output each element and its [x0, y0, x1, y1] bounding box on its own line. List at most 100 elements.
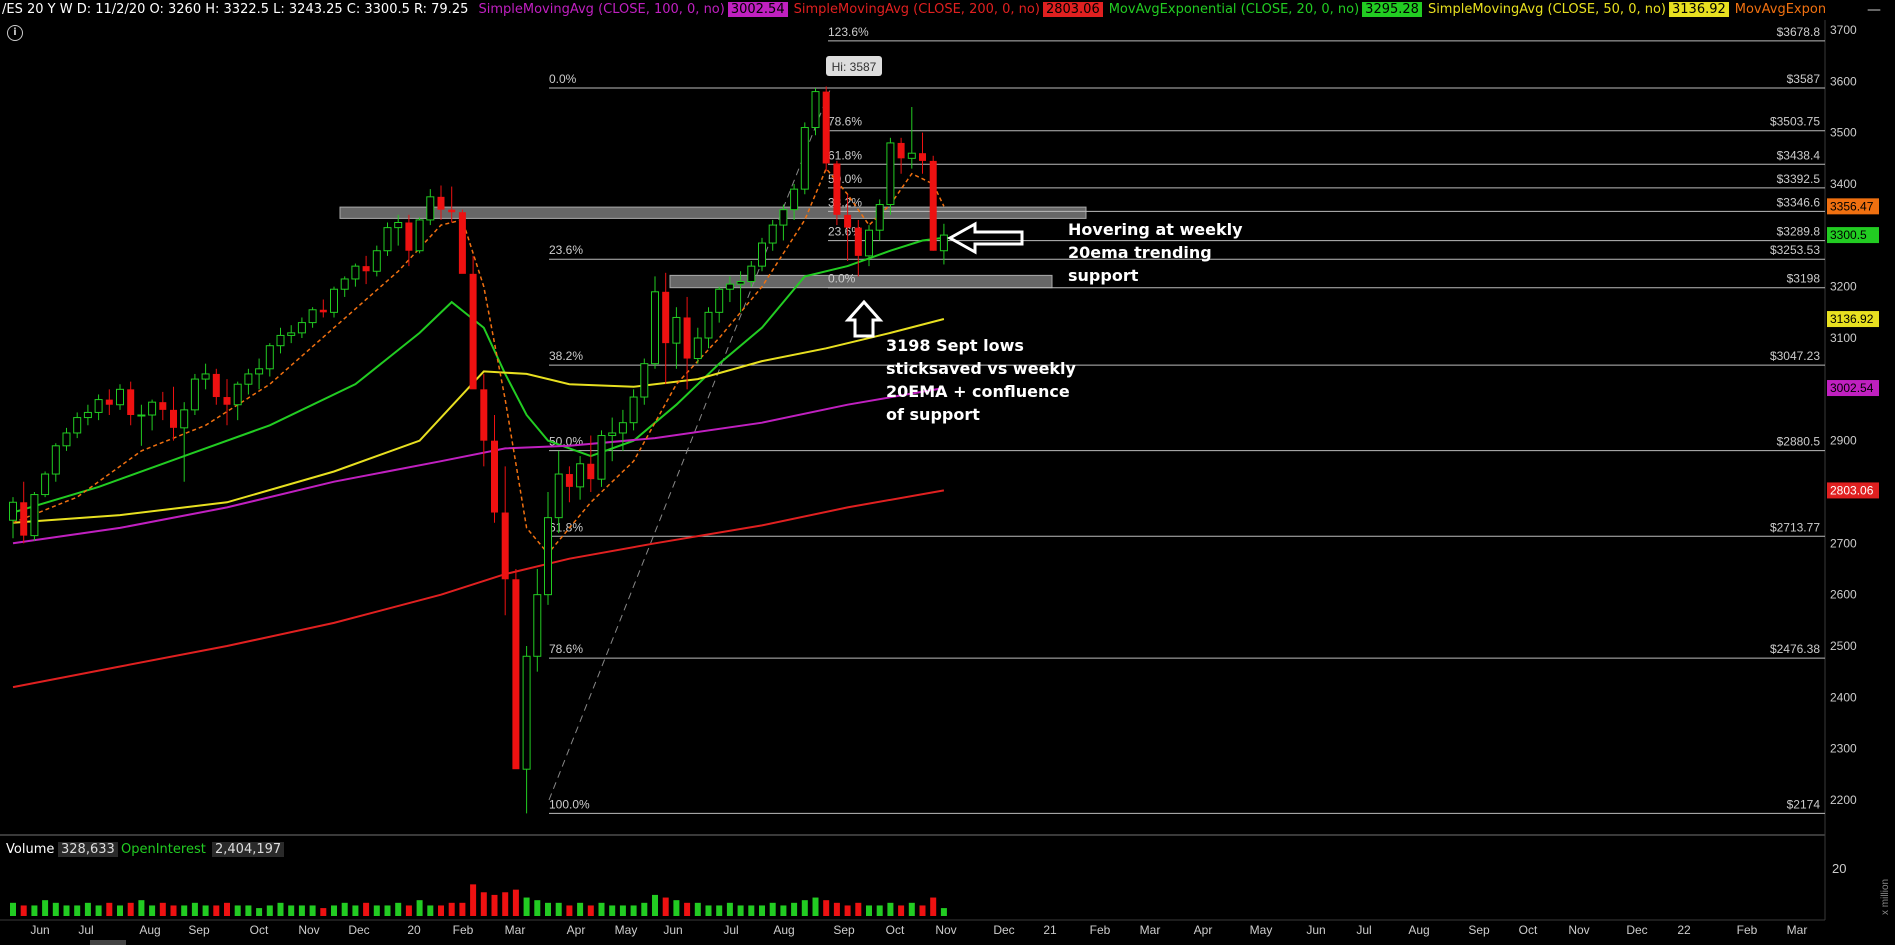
fib-pct-label: 50.0%	[828, 172, 862, 186]
horizontal-scrollbar[interactable]	[90, 940, 126, 945]
time-tick: Jul	[1356, 923, 1371, 937]
time-tick: Feb	[1737, 923, 1758, 937]
volume-bar	[609, 905, 616, 916]
volume-bar	[598, 902, 605, 916]
study-label[interactable]: SimpleMovingAvg (CLOSE, 50, 0, no)	[1428, 2, 1666, 17]
volume-bar	[919, 905, 926, 916]
annotation-line: of support	[886, 405, 980, 424]
candle-body	[833, 163, 841, 215]
candle-body	[415, 219, 424, 252]
volume-bar	[898, 905, 905, 916]
candle-body	[362, 266, 370, 272]
fib-price-label: $2880.5	[1777, 435, 1821, 449]
volume-bar	[512, 889, 519, 916]
study-label[interactable]: SimpleMovingAvg (CLOSE, 100, 0, no)	[479, 2, 725, 17]
candle-body	[929, 160, 937, 251]
price-tag-label: 3002.54	[1830, 381, 1874, 395]
candle-body	[811, 91, 820, 129]
volume-bar	[684, 902, 691, 916]
candle-body	[522, 655, 531, 770]
fib-pct-label: 78.6%	[549, 642, 583, 656]
volume-bar	[459, 902, 466, 916]
fib-price-label: $2713.77	[1770, 520, 1820, 534]
time-tick: Mar	[1787, 923, 1808, 937]
volume-bar	[930, 897, 937, 916]
volume-bar	[855, 902, 862, 916]
open-interest-value: 2,404,197	[212, 842, 285, 857]
candle-body	[340, 278, 349, 290]
candle-body	[501, 512, 509, 580]
time-tick: Oct	[1519, 923, 1538, 937]
candle-body	[127, 389, 135, 415]
volume-bar	[619, 905, 626, 916]
volume-bar	[341, 902, 348, 916]
time-tick: Nov	[935, 923, 956, 937]
candle-body	[640, 363, 649, 398]
fib-pct-label: 78.6%	[828, 115, 862, 129]
collapse-icon[interactable]: —	[1867, 2, 1889, 18]
time-tick: Sep	[1468, 923, 1490, 937]
study-label[interactable]: MovAvgExponential (CLOSE, 20, 0, no)	[1109, 2, 1359, 17]
volume-bar	[823, 900, 830, 916]
candle-body	[297, 322, 306, 334]
volume-bar	[673, 900, 680, 916]
candle-body	[939, 234, 948, 252]
fib-pct-label: 123.6%	[828, 25, 869, 39]
study-label[interactable]: SimpleMovingAvg (CLOSE, 200, 0, no)	[794, 2, 1040, 17]
annotation-line: Hovering at weekly	[1068, 220, 1243, 239]
volume-bar	[159, 902, 166, 916]
candle-body	[255, 368, 264, 375]
candle-body	[383, 227, 392, 252]
candle-body	[919, 153, 926, 161]
candle-body	[554, 473, 563, 519]
volume-bar	[630, 905, 637, 916]
candle-body	[693, 337, 702, 360]
volume-bar	[52, 902, 59, 916]
volume-bar	[288, 905, 295, 916]
candle-body	[437, 196, 445, 210]
candle-body	[768, 224, 777, 244]
volume-bar	[555, 902, 562, 916]
volume-bar	[170, 905, 177, 916]
symbol-label[interactable]: /ES 20 Y W	[0, 2, 73, 17]
volume-bar	[149, 905, 156, 916]
price-tick: 2900	[1830, 434, 1857, 448]
price-chart[interactable]: 123.6% $3678.8 0.0% $3587 78.6% $3503.75 61.8%…	[0, 0, 1895, 945]
time-tick: Aug	[139, 923, 160, 937]
price-tick: 3100	[1830, 331, 1857, 345]
price-tick: 3200	[1830, 280, 1857, 294]
volume-bar	[31, 905, 38, 916]
candle-body	[672, 316, 681, 344]
candle-body	[351, 265, 360, 280]
volume-bar	[908, 902, 915, 916]
volume-bar	[705, 905, 712, 916]
volume-bar	[502, 892, 509, 916]
candle-body	[201, 373, 210, 380]
fib-pct-label: 61.8%	[828, 148, 862, 162]
info-icon[interactable]: i	[7, 25, 23, 41]
candle-body	[854, 227, 862, 256]
candle-body	[725, 283, 734, 290]
time-tick: Feb	[453, 923, 474, 937]
candle-body	[426, 196, 435, 221]
open-interest-label[interactable]: OpenInterest	[121, 842, 206, 857]
volume-bar	[801, 900, 808, 916]
volume-bar	[298, 905, 305, 916]
volume-bar	[662, 897, 669, 916]
candle-body	[715, 288, 724, 313]
study-legend: /ES 20 Y W D: 11/2/20 O: 3260 H: 3322.5 …	[0, 0, 1825, 20]
annotation-line: support	[1068, 266, 1139, 285]
study-label[interactable]: MovAvgExponential (CLOSE, 8, 0, no)	[1735, 2, 1825, 17]
volume-label[interactable]: Volume	[6, 842, 54, 857]
candle-body	[576, 463, 585, 488]
fib-price-label: $3587	[1787, 72, 1821, 86]
price-tick: 2400	[1830, 690, 1857, 704]
volume-bar	[245, 905, 252, 916]
candle-body	[330, 288, 338, 313]
time-tick: May	[615, 923, 638, 937]
time-tick: Dec	[348, 923, 369, 937]
candle-body	[159, 402, 167, 410]
price-tag-label: 3136.92	[1830, 312, 1874, 326]
candle-body	[629, 396, 638, 424]
volume-bar	[759, 905, 765, 916]
